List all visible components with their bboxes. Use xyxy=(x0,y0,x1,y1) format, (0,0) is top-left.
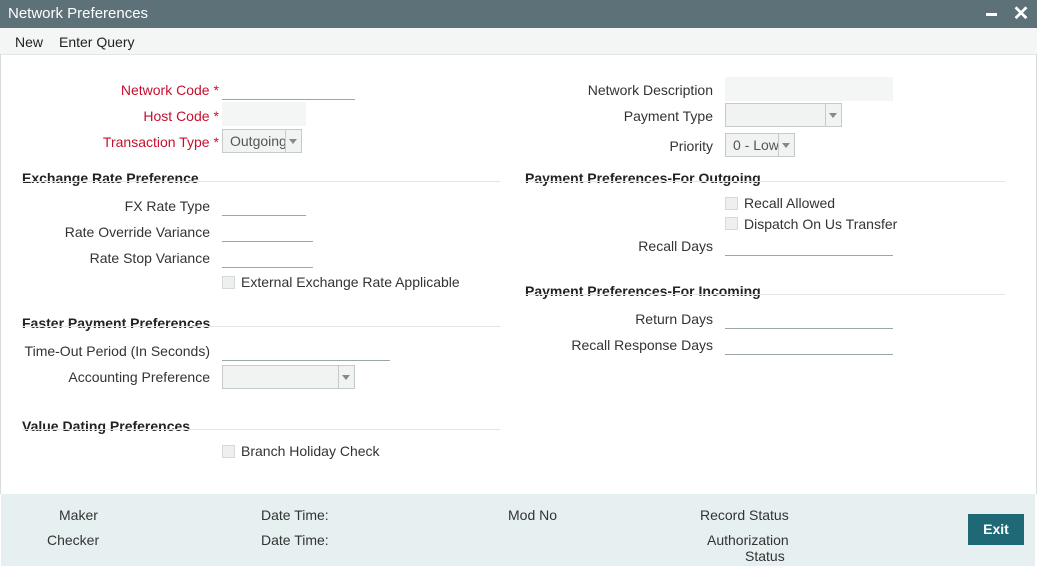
accounting-preference-label: Accounting Preference xyxy=(68,369,210,385)
fx-rate-type-label: FX Rate Type xyxy=(124,198,210,214)
section-divider xyxy=(22,181,500,182)
rate-stop-label: Rate Stop Variance xyxy=(89,250,210,266)
payment-type-select[interactable] xyxy=(725,103,842,127)
recall-response-days-input[interactable] xyxy=(725,334,893,355)
accounting-preference-select[interactable] xyxy=(222,365,355,389)
payment-type-label: Payment Type xyxy=(623,108,713,124)
recall-allowed-label: Recall Allowed xyxy=(744,195,836,211)
mod-no-label: Mod No xyxy=(508,507,558,523)
recall-days-input[interactable] xyxy=(725,235,893,256)
section-divider xyxy=(525,294,1005,295)
timeout-input[interactable] xyxy=(222,340,390,361)
exchange-rate-heading: Exchange Rate Preference xyxy=(22,170,199,186)
minimize-button[interactable] xyxy=(980,0,1004,28)
authorization-label: Authorization xyxy=(707,532,789,548)
priority-value: 0 - Low xyxy=(733,137,779,153)
faster-payment-heading: Faster Payment Preferences xyxy=(22,315,211,331)
branch-holiday-label: Branch Holiday Check xyxy=(241,443,380,459)
incoming-heading: Payment Preferences-For Incoming xyxy=(525,283,761,299)
menu-new[interactable]: New xyxy=(15,34,43,50)
external-rate-label: External Exchange Rate Applicable xyxy=(241,274,460,290)
recall-days-label: Recall Days xyxy=(638,238,713,254)
external-rate-checkbox[interactable] xyxy=(222,276,235,289)
section-divider xyxy=(22,326,500,327)
maker-label: Maker xyxy=(59,507,98,523)
network-description-input[interactable] xyxy=(725,77,893,101)
chevron-down-icon xyxy=(778,134,794,156)
dispatch-label: Dispatch On Us Transfer xyxy=(744,216,898,232)
section-divider xyxy=(525,181,1005,182)
minimize-icon xyxy=(986,13,997,16)
network-code-input[interactable] xyxy=(222,79,355,100)
outgoing-heading: Payment Preferences-For Outgoing xyxy=(525,170,761,186)
checker-date-time-label: Date Time: xyxy=(261,532,329,548)
recall-response-days-label: Recall Response Days xyxy=(571,337,713,353)
network-description-label: Network Description xyxy=(587,82,713,98)
value-dating-heading: Value Dating Preferences xyxy=(22,418,191,434)
rate-override-label: Rate Override Variance xyxy=(64,224,210,240)
checker-label: Checker xyxy=(47,532,100,548)
priority-label: Priority xyxy=(669,138,713,154)
dispatch-checkbox[interactable] xyxy=(725,217,738,230)
priority-select[interactable]: 0 - Low xyxy=(725,133,795,157)
transaction-type-value: Outgoing xyxy=(230,133,287,149)
host-code-input[interactable] xyxy=(222,102,306,126)
title-bar: Network Preferences ✕ xyxy=(0,0,1037,28)
authorization-status-label: Status xyxy=(745,548,785,564)
return-days-input[interactable] xyxy=(725,308,893,329)
window-title: Network Preferences xyxy=(8,5,149,22)
rate-override-input[interactable] xyxy=(222,221,313,242)
chevron-down-icon xyxy=(825,104,841,126)
return-days-label: Return Days xyxy=(635,311,713,327)
timeout-label: Time-Out Period (In Seconds) xyxy=(24,343,210,359)
chevron-down-icon xyxy=(338,366,354,388)
section-divider xyxy=(22,429,500,430)
transaction-type-select[interactable]: Outgoing xyxy=(222,129,302,153)
host-code-label: Host Code * xyxy=(143,108,219,124)
chevron-down-icon xyxy=(285,130,301,152)
exit-button[interactable]: Exit xyxy=(968,514,1024,545)
transaction-type-label: Transaction Type * xyxy=(102,134,219,150)
network-code-label: Network Code * xyxy=(120,82,219,98)
close-button[interactable]: ✕ xyxy=(1009,2,1033,26)
branch-holiday-checkbox[interactable] xyxy=(222,445,235,458)
rate-stop-input[interactable] xyxy=(222,247,313,268)
menu-enter-query[interactable]: Enter Query xyxy=(59,34,134,50)
maker-date-time-label: Date Time: xyxy=(261,507,329,523)
fx-rate-type-input[interactable] xyxy=(222,195,306,216)
audit-footer xyxy=(1,494,1035,566)
close-icon: ✕ xyxy=(1012,3,1030,25)
recall-allowed-checkbox[interactable] xyxy=(725,197,738,210)
menu-bar: New Enter Query xyxy=(0,28,1037,55)
record-status-label: Record Status xyxy=(700,507,789,523)
